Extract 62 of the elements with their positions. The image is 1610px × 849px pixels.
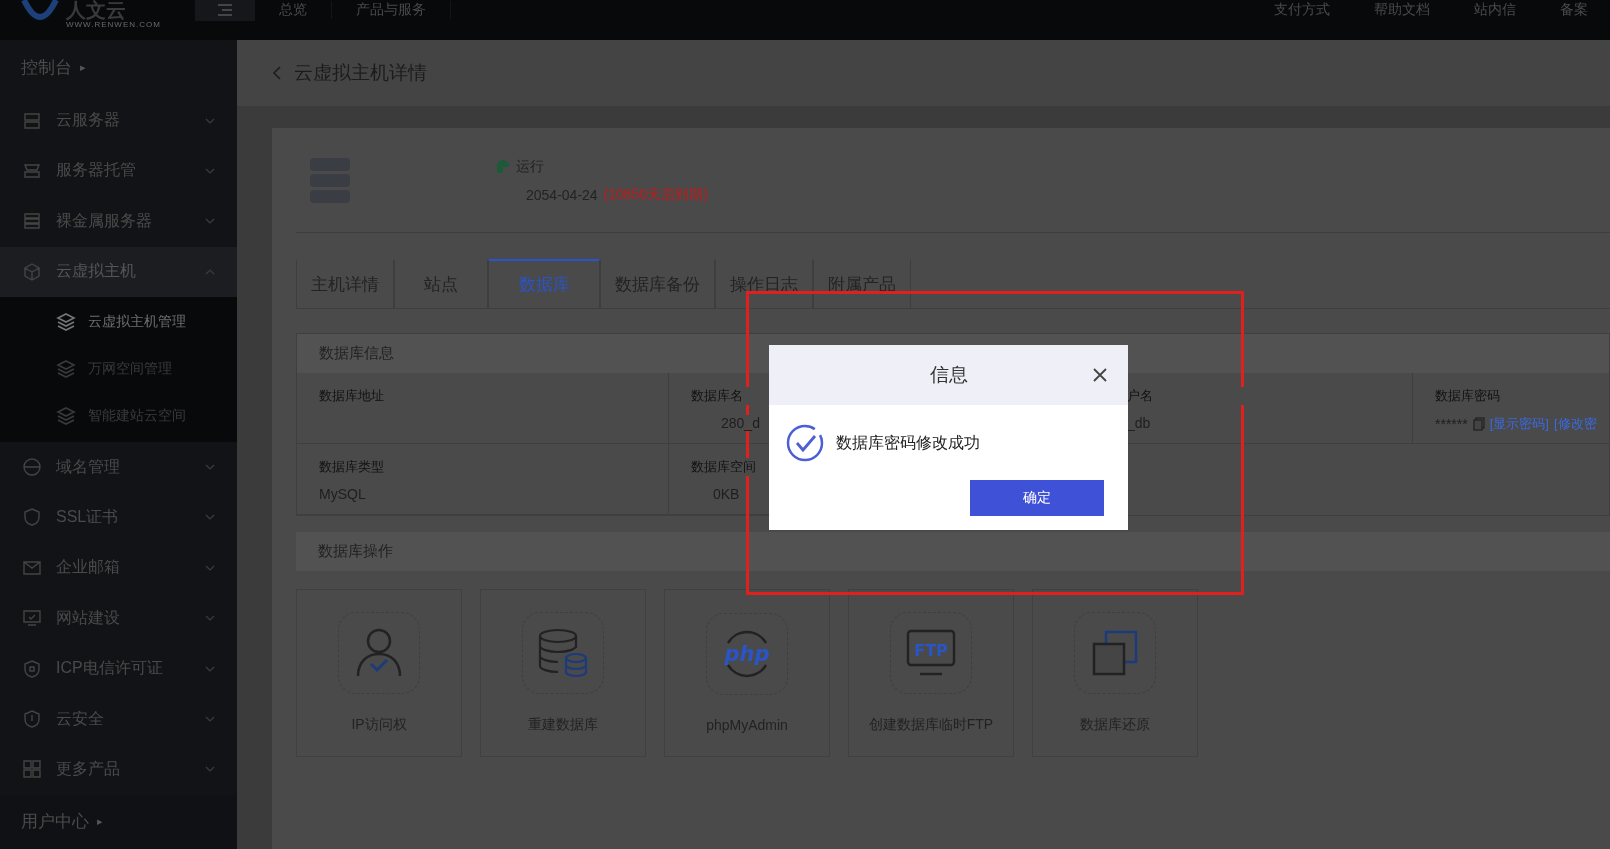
field-link[interactable]: [显示密码] (1489, 415, 1549, 433)
menu-icon (218, 4, 232, 16)
back-icon[interactable] (272, 65, 282, 81)
dialog-message: 数据库密码修改成功 (836, 432, 980, 453)
top-link[interactable]: 支付方式 (1274, 1, 1330, 19)
chevron-icon (205, 268, 215, 275)
status-icon (496, 160, 510, 174)
shield-icon (22, 709, 42, 730)
layers-icon (56, 360, 76, 379)
sidebar-item[interactable]: 云虚拟主机 (0, 246, 237, 297)
chevron-icon (205, 665, 215, 672)
chevron-icon (205, 218, 215, 225)
chevron-icon (205, 514, 215, 521)
chevron-icon (205, 766, 215, 773)
close-icon[interactable] (1092, 367, 1108, 383)
top-link[interactable]: 站内信 (1474, 1, 1516, 19)
user-check-icon (356, 628, 402, 678)
shield-icon (22, 658, 42, 679)
remaining-days: (10850天后到期) (603, 186, 708, 204)
sidebar-item[interactable]: SSL证书 (0, 492, 237, 543)
monitor-icon (22, 608, 42, 629)
chevron-icon (205, 117, 215, 124)
sidebar-item[interactable]: 企业邮箱 (0, 542, 237, 594)
sidebar-item[interactable]: 裸金属服务器 (0, 196, 237, 247)
chevron-icon (205, 615, 215, 622)
copy-icon[interactable] (1472, 417, 1485, 431)
database-icon (538, 628, 588, 678)
chevron-icon (205, 464, 215, 471)
sidebar-item[interactable]: 云服务器 (0, 95, 237, 146)
top-link[interactable]: 帮助文档 (1374, 1, 1430, 19)
tab[interactable]: 数据库 (488, 259, 600, 308)
submenu-item[interactable]: 云虚拟主机管理 (0, 298, 237, 346)
sidebar-item[interactable]: 服务器托管 (0, 145, 237, 197)
sidebar-item[interactable]: 云安全 (0, 693, 237, 745)
cube-icon (22, 261, 42, 282)
icon-label: FTP (914, 641, 948, 660)
globe-icon (22, 457, 42, 478)
grid-icon (22, 759, 42, 780)
nav-link[interactable]: 总览 (255, 1, 332, 19)
caret-icon: ▸ (80, 61, 86, 75)
nav-link[interactable]: 产品与服务 (332, 1, 451, 19)
server-icon (22, 110, 42, 131)
check-circle-icon (786, 424, 824, 462)
chevron-icon (205, 167, 215, 174)
top-link[interactable]: 备案 (1560, 1, 1588, 19)
chevron-icon (205, 564, 215, 571)
stack-icon (22, 211, 42, 232)
sidebar-item[interactable]: 更多产品 (0, 744, 237, 795)
copy-icon (1092, 630, 1138, 676)
user-center-link[interactable]: 用户中心 (21, 810, 89, 834)
sidebar-item[interactable]: 网站建设 (0, 593, 237, 644)
chevron-icon (205, 716, 215, 723)
confirm-button[interactable]: 确定 (970, 480, 1104, 516)
shield-icon (22, 507, 42, 528)
logo-url: WWW.RENWEN.COM (66, 20, 161, 29)
layers-icon (56, 313, 76, 332)
icon-label: php (724, 642, 770, 666)
field-link[interactable]: [修改密 (1553, 415, 1597, 433)
layers-icon (56, 407, 76, 426)
caret-icon: ▸ (97, 815, 103, 829)
menu-button[interactable] (195, 0, 255, 21)
console-link[interactable]: 控制台 (21, 56, 72, 80)
